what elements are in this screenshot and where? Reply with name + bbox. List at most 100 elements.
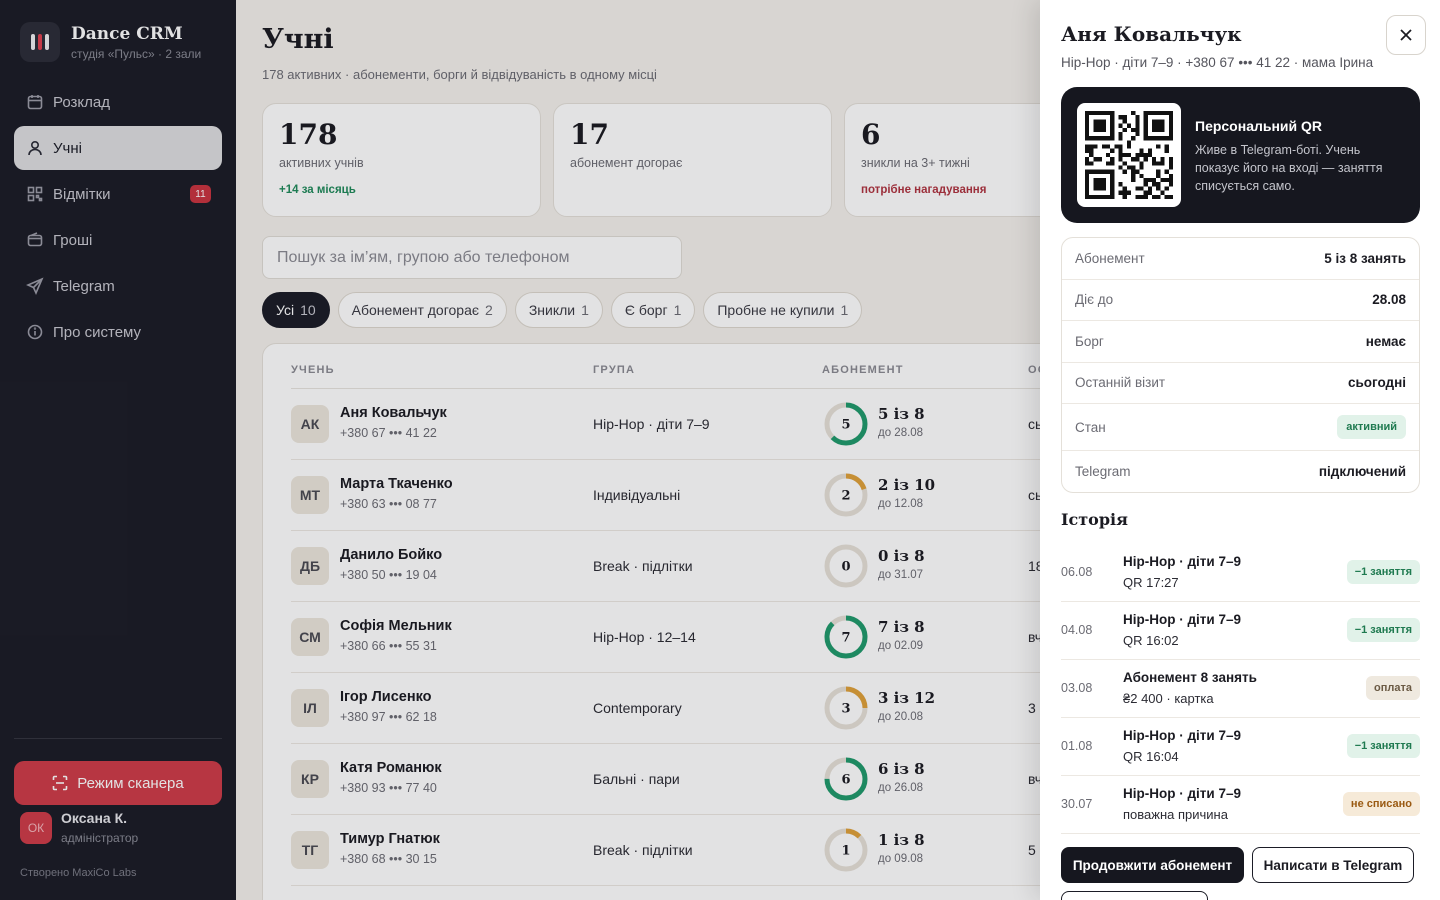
student-drawer: Аня Ковальчук Hip-Hop · діти 7–9 · +380 … — [1040, 0, 1440, 900]
chip-count: 1 — [581, 302, 589, 318]
ring-label: 2 — [841, 489, 850, 504]
history-tag: не списано — [1342, 792, 1420, 816]
history-title: Hip-Hop · діти 7–9 — [1123, 554, 1241, 569]
send-icon — [26, 277, 44, 295]
ring-label: 5 — [841, 418, 850, 433]
ring-label: 3 — [841, 702, 850, 717]
abonement-count: 7 із 8 — [878, 618, 925, 636]
column-header-student[interactable]: УЧЕНЬ — [291, 364, 335, 376]
chip-label: Зникли — [528, 302, 576, 318]
extend-abonement-button[interactable]: Продовжити абонемент — [1061, 847, 1244, 883]
abonement-progress-ring: 6 — [824, 757, 868, 801]
ring-label: 1 — [841, 844, 850, 859]
chip-count: 10 — [300, 302, 316, 318]
info-value: сьогодні — [1347, 375, 1406, 391]
row-divider — [291, 885, 584, 886]
sidebar-item-checkins[interactable]: Відмітки 11 — [14, 172, 222, 216]
qr-description: Живе в Telegram-боті. Учень показує його… — [1195, 143, 1383, 193]
brand-logo — [20, 22, 60, 62]
filter-chip-missing[interactable]: Зникли 1 — [514, 292, 603, 328]
drawer-student-name: Аня Ковальчук — [1061, 22, 1242, 46]
sidebar-item-telegram[interactable]: Telegram — [14, 264, 222, 308]
info-key: Абонемент — [1075, 250, 1145, 266]
history-item: 30.07 Hip-Hop · діти 7–9 поважна причина не… — [1061, 776, 1420, 834]
abonement-progress-ring: 3 — [824, 686, 868, 730]
chip-label: Є борг — [624, 302, 668, 318]
sidebar-item-about[interactable]: Про систему — [14, 310, 222, 354]
credit-text: Створено MaxiCo Labs — [20, 867, 137, 879]
abonement-until: до 12.08 — [878, 498, 924, 510]
chip-label: Абонемент догорає — [351, 302, 480, 318]
sidebar-item-label: Учні — [53, 139, 82, 157]
abonement-progress-ring: 5 — [824, 402, 868, 446]
history-item: 04.08 Hip-Hop · діти 7–9 QR 16:02 −1 занятт… — [1061, 602, 1420, 660]
student-group: Break · підлітки — [593, 558, 693, 574]
history-tag: оплата — [1366, 676, 1420, 700]
sidebar-nav: Розклад Учні Відмітки 11 Гроші Telegram … — [14, 80, 222, 356]
stat-value: 17 — [570, 118, 609, 151]
history-detail: поважна причина — [1123, 807, 1228, 822]
sidebar-item-label: Розклад — [53, 93, 110, 111]
ring-label: 7 — [841, 631, 850, 646]
avatar: СМ — [291, 618, 329, 656]
brand[interactable]: Dance CRM студія «Пульс» · 2 зали — [20, 22, 201, 62]
drawer-student-meta: Hip-Hop · діти 7–9 · +380 67 ••• 41 22 ·… — [1061, 55, 1374, 70]
current-user[interactable]: ОК Оксана К. адміністратор — [20, 810, 138, 845]
abonement-progress-ring: 1 — [824, 828, 868, 872]
avatar: МТ — [291, 476, 329, 514]
info-key: Діє до — [1075, 292, 1114, 308]
close-icon — [1400, 29, 1412, 41]
user-name: Оксана К. — [61, 810, 128, 826]
info-key: Telegram — [1075, 464, 1131, 480]
info-icon — [26, 323, 44, 341]
student-phone: +380 97 ••• 62 18 — [340, 710, 437, 724]
student-name: Данило Бойко — [340, 547, 443, 563]
sidebar-item-money[interactable]: Гроші — [14, 218, 222, 262]
info-value: 5 із 8 занять — [1324, 250, 1406, 266]
abonement-count: 5 із 8 — [878, 405, 925, 423]
search-input[interactable] — [262, 236, 682, 279]
student-name: Софія Мельник — [340, 618, 452, 634]
abonement-until: до 02.09 — [878, 640, 924, 652]
avatar: АК — [291, 405, 329, 443]
info-value: підключений — [1318, 464, 1406, 480]
abonement-until: до 20.08 — [878, 711, 924, 723]
abonement-count: 2 із 10 — [878, 476, 936, 494]
calendar-icon — [26, 93, 44, 111]
info-value: немає — [1365, 333, 1406, 349]
scanner-mode-button[interactable]: Режим сканера — [14, 761, 222, 805]
abonement-progress-ring: 7 — [824, 615, 868, 659]
history-date: 04.08 — [1061, 623, 1093, 637]
abonement-progress-ring: 2 — [824, 473, 868, 517]
filter-chip-expiring[interactable]: Абонемент догорає 2 — [337, 292, 507, 328]
abonement-count: 3 із 12 — [878, 689, 936, 707]
student-name: Тимур Гнатюк — [340, 831, 440, 847]
student-group: Hip-Hop · діти 7–9 — [593, 416, 710, 432]
student-name: Ігор Лисенко — [340, 689, 432, 705]
filter-chip-trial[interactable]: Пробне не купили 1 — [703, 292, 863, 328]
stat-label: активних учнів — [279, 156, 364, 170]
history-date: 06.08 — [1061, 565, 1093, 579]
history-tag: −1 заняття — [1346, 560, 1420, 584]
qr-code-icon — [1077, 103, 1181, 207]
more-action-button[interactable] — [1061, 891, 1208, 900]
column-header-abonement[interactable]: АБОНЕМЕНТ — [822, 364, 904, 376]
write-telegram-button[interactable]: Написати в Telegram — [1252, 847, 1414, 883]
filter-chip-debt[interactable]: Є борг 1 — [610, 292, 696, 328]
chip-count: 2 — [485, 302, 493, 318]
sidebar-item-label: Гроші — [53, 231, 93, 249]
history-item: 01.08 Hip-Hop · діти 7–9 QR 16:04 −1 занятт… — [1061, 718, 1420, 776]
chip-count: 1 — [673, 302, 682, 318]
history-item: 03.08 Абонемент 8 занять ₴2 400 · картка оп… — [1061, 660, 1420, 718]
filter-chip-all[interactable]: Усі 10 — [262, 292, 330, 328]
close-button[interactable] — [1386, 15, 1426, 55]
stat-value: 178 — [279, 118, 338, 151]
chip-label: Усі — [276, 302, 295, 318]
history-detail: QR 16:02 — [1123, 633, 1179, 648]
page-subtitle: 178 активних · абонементи, борги й відві… — [262, 67, 657, 82]
sidebar-item-schedule[interactable]: Розклад — [14, 80, 222, 124]
info-key: Борг — [1075, 333, 1104, 349]
sidebar-item-students[interactable]: Учні — [14, 126, 222, 170]
column-header-group[interactable]: ГРУПА — [593, 364, 635, 376]
personal-qr-card: Персональний QR Живе в Telegram-боті. Уч… — [1061, 87, 1420, 223]
